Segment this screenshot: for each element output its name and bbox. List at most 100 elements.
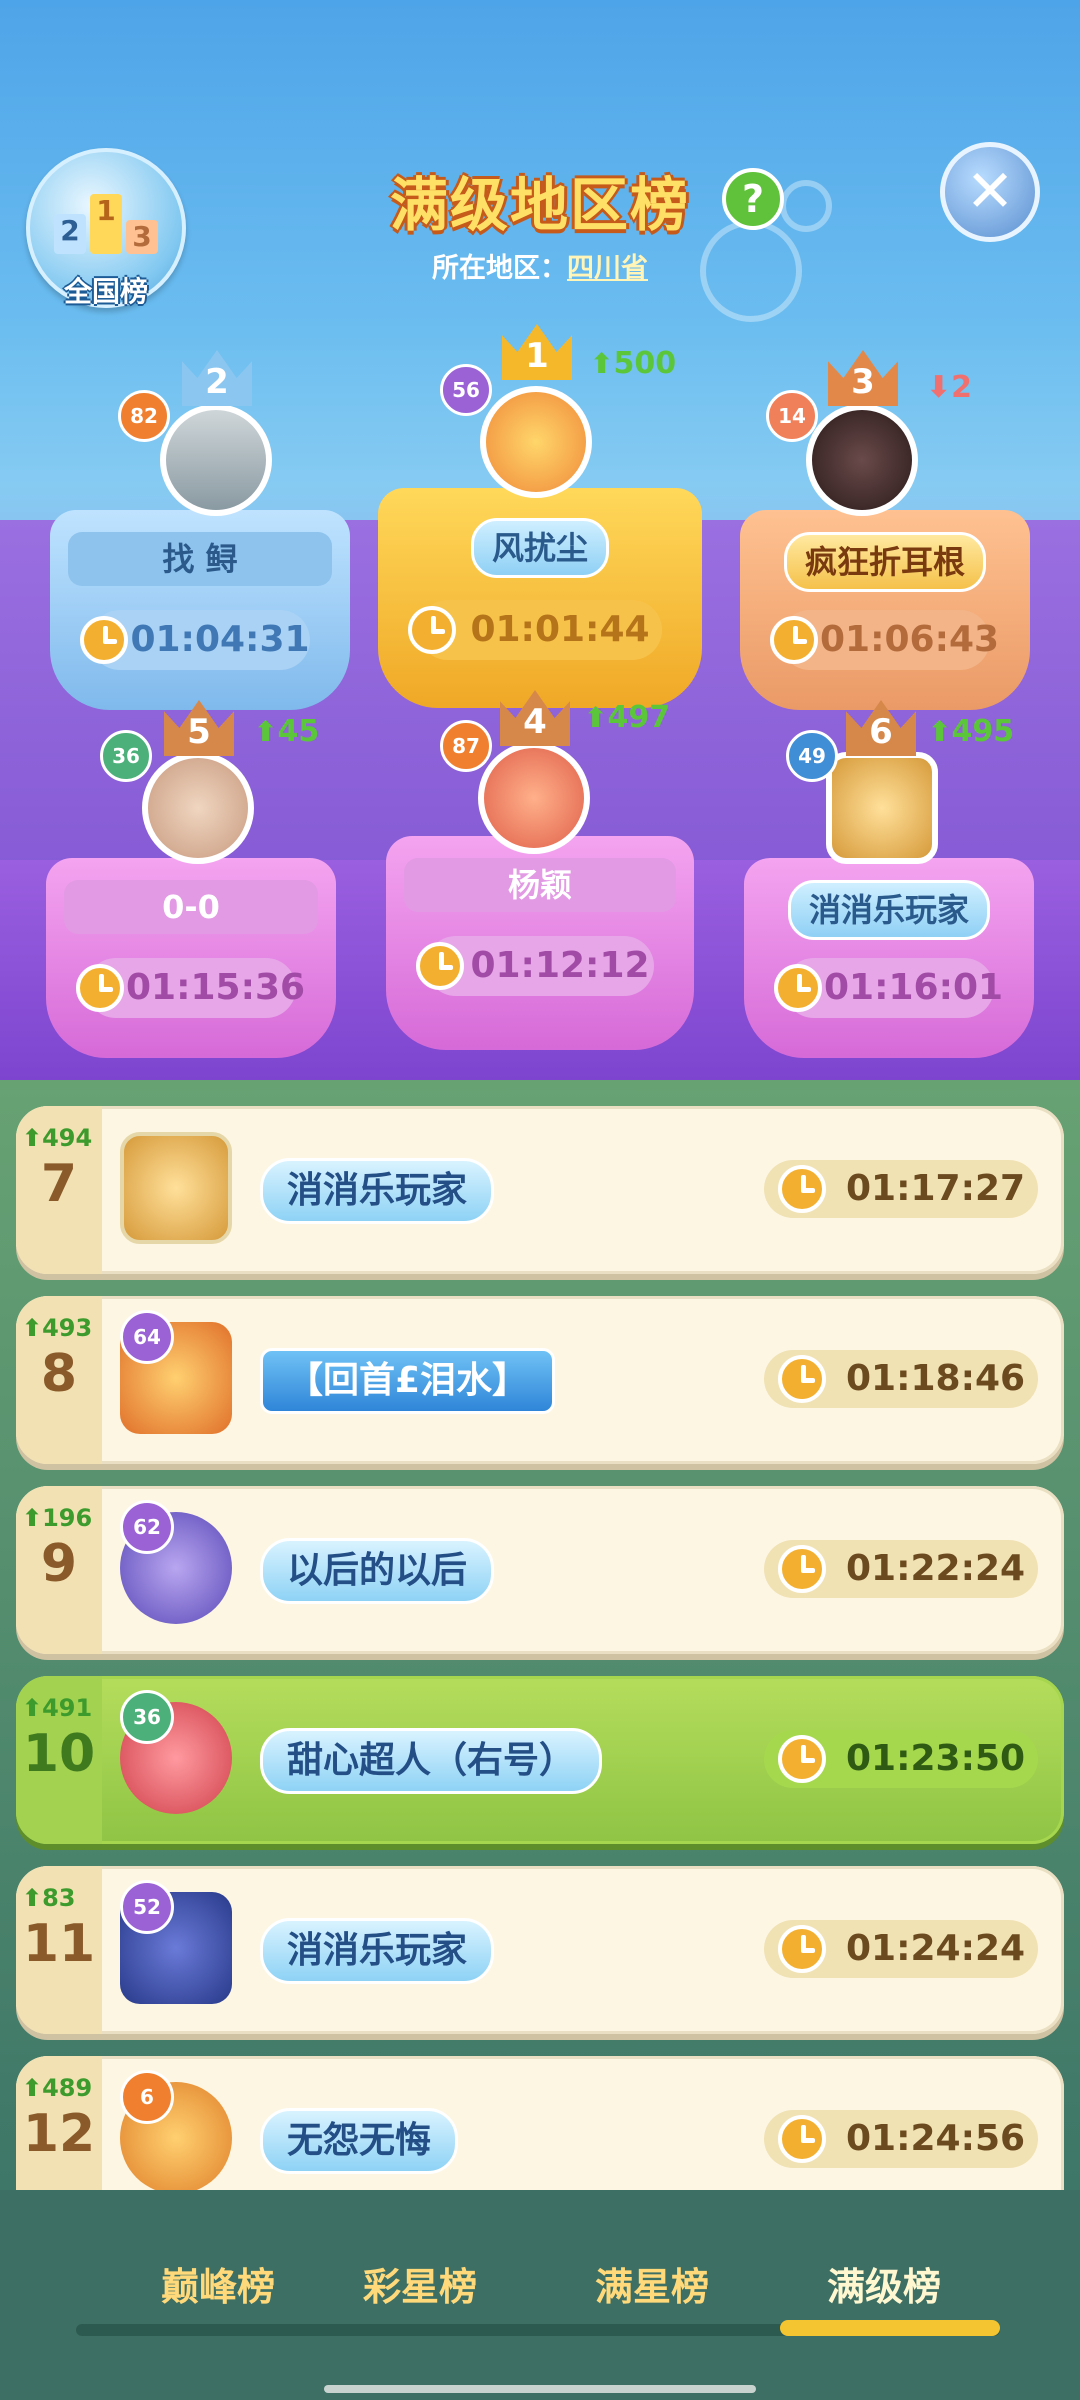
rank-change: ⬆494 <box>22 1124 93 1152</box>
clock-icon <box>778 1925 826 1973</box>
up-arrow-icon: ⬆ <box>590 347 614 380</box>
avatar <box>120 1132 232 1244</box>
player-name: 杨颖 <box>404 858 676 912</box>
clock-icon <box>76 964 124 1012</box>
tab-full-star[interactable]: 满星榜 <box>552 2256 752 2311</box>
rank-number: 11 <box>22 1914 96 1974</box>
clock-icon <box>778 2115 826 2163</box>
tab-active-indicator <box>780 2320 1000 2336</box>
clock-icon <box>416 942 464 990</box>
player-name: 0-0 <box>64 880 318 934</box>
clock-icon <box>770 616 818 664</box>
time-pill: 01:17:27 <box>764 1160 1038 1218</box>
time-pill: 01:24:56 <box>764 2110 1038 2168</box>
list-item-current-player[interactable]: ⬆491 10 36 甜心超人（右号） 01:23:50 <box>16 1676 1064 1844</box>
finish-time: 01:22:24 <box>846 1548 1026 1589</box>
finish-time: 01:24:24 <box>846 1928 1026 1969</box>
player-name: 消消乐玩家 <box>260 1918 495 1984</box>
avatar <box>826 752 938 864</box>
clock-icon <box>80 616 128 664</box>
player-name: 无怨无悔 <box>260 2108 459 2174</box>
time-pill: 01:22:24 <box>764 1540 1038 1598</box>
home-indicator <box>324 2385 756 2393</box>
list-item[interactable]: ⬆83 11 52 消消乐玩家 01:24:24 <box>16 1866 1064 2034</box>
avatar <box>142 752 254 864</box>
down-arrow-icon: ⬇ <box>926 370 952 405</box>
player-name: 以后的以后 <box>260 1538 495 1604</box>
podium-card-rank-2[interactable]: 找 鲟 01:04:31 <box>50 510 350 710</box>
rank-change: ⬆491 <box>22 1694 93 1722</box>
leaderboard-list[interactable]: ⬆494 7 消消乐玩家 01:17:27 ⬆493 8 64 【回首£泪水】 … <box>0 1080 1080 2190</box>
level-badge: 64 <box>120 1310 174 1364</box>
time-pill: 01:24:24 <box>764 1920 1038 1978</box>
avatar <box>160 404 272 516</box>
level-badge: 14 <box>766 390 818 442</box>
rank-up-indicator: ⬆45 <box>254 714 320 749</box>
rank-change: ⬆489 <box>22 2074 93 2102</box>
tab-color-star[interactable]: 彩星榜 <box>320 2256 520 2311</box>
avatar <box>478 742 590 854</box>
region-line: 所在地区：四川省 <box>0 246 1080 285</box>
level-badge: 49 <box>786 730 838 782</box>
tab-max-level[interactable]: 满级榜 <box>784 2256 984 2311</box>
podium-card-rank-4[interactable]: 杨颖 01:12:12 <box>386 836 694 1050</box>
rank-up-indicator: ⬆495 <box>928 714 1015 749</box>
podium-card-rank-6[interactable]: 消消乐玩家 01:16:01 <box>744 858 1034 1058</box>
clock-icon <box>778 1545 826 1593</box>
level-badge: 87 <box>440 720 492 772</box>
player-name: 找 鲟 <box>68 532 332 586</box>
clock-icon <box>774 964 822 1012</box>
player-name: 【回首£泪水】 <box>260 1348 556 1414</box>
rank-up-indicator: ⬆497 <box>584 700 671 735</box>
list-item[interactable]: ⬆489 12 6 无怨无悔 01:24:56 <box>16 2056 1064 2190</box>
player-name: 风扰尘 <box>396 518 684 578</box>
avatar <box>480 386 592 498</box>
rank-number: 12 <box>22 2104 96 2164</box>
rank-number: 8 <box>40 1344 78 1404</box>
page-title: 满级地区榜 <box>389 171 690 239</box>
player-name: 消消乐玩家 <box>260 1158 495 1224</box>
player-name: 消消乐玩家 <box>762 880 1016 940</box>
list-item[interactable]: ⬆493 8 64 【回首£泪水】 01:18:46 <box>16 1296 1064 1464</box>
player-name: 甜心超人（右号） <box>260 1728 603 1794</box>
finish-time: 01:23:50 <box>846 1738 1026 1779</box>
bottom-tab-bar: 巅峰榜 彩星榜 满星榜 满级榜 <box>0 2190 1080 2400</box>
clock-icon <box>408 606 456 654</box>
rank-change: ⬆83 <box>22 1884 76 1912</box>
clock-icon <box>778 1165 826 1213</box>
list-item[interactable]: ⬆196 9 62 以后的以后 01:22:24 <box>16 1486 1064 1654</box>
help-icon[interactable]: ? <box>722 168 784 230</box>
clock-icon <box>778 1355 826 1403</box>
podium-card-rank-1[interactable]: 风扰尘 01:01:44 <box>378 488 702 708</box>
time-pill: 01:23:50 <box>764 1730 1038 1788</box>
rank-down-indicator: ⬇2 <box>926 370 973 405</box>
level-badge: 36 <box>100 730 152 782</box>
region-label: 所在地区： <box>432 253 567 284</box>
podium-card-rank-5[interactable]: 0-0 01:15:36 <box>46 858 336 1058</box>
clock-icon <box>778 1735 826 1783</box>
rank-change: ⬆493 <box>22 1314 93 1342</box>
podium-card-rank-3[interactable]: 疯狂折耳根 01:06:43 <box>740 510 1030 710</box>
tab-peak[interactable]: 巅峰榜 <box>118 2256 318 2311</box>
up-arrow-icon: ⬆ <box>254 715 278 748</box>
close-icon[interactable]: ✕ <box>940 142 1040 242</box>
player-name: 疯狂折耳根 <box>758 532 1012 592</box>
rank-number: 7 <box>40 1154 78 1214</box>
level-badge: 52 <box>120 1880 174 1934</box>
list-item[interactable]: ⬆494 7 消消乐玩家 01:17:27 <box>16 1106 1064 1274</box>
rank-number: 9 <box>40 1534 78 1594</box>
rank-change: ⬆196 <box>22 1504 93 1532</box>
finish-time: 01:18:46 <box>846 1358 1026 1399</box>
level-badge: 36 <box>120 1690 174 1744</box>
avatar <box>806 404 918 516</box>
rank-number: 10 <box>22 1724 96 1784</box>
level-badge: 6 <box>120 2070 174 2124</box>
rank-up-indicator: ⬆500 <box>590 346 677 381</box>
level-badge: 56 <box>440 364 492 416</box>
finish-time: 01:24:56 <box>846 2118 1026 2159</box>
time-pill: 01:18:46 <box>764 1350 1038 1408</box>
level-badge: 62 <box>120 1500 174 1554</box>
level-badge: 82 <box>118 390 170 442</box>
up-arrow-icon: ⬆ <box>584 701 608 734</box>
region-value[interactable]: 四川省 <box>567 253 648 284</box>
